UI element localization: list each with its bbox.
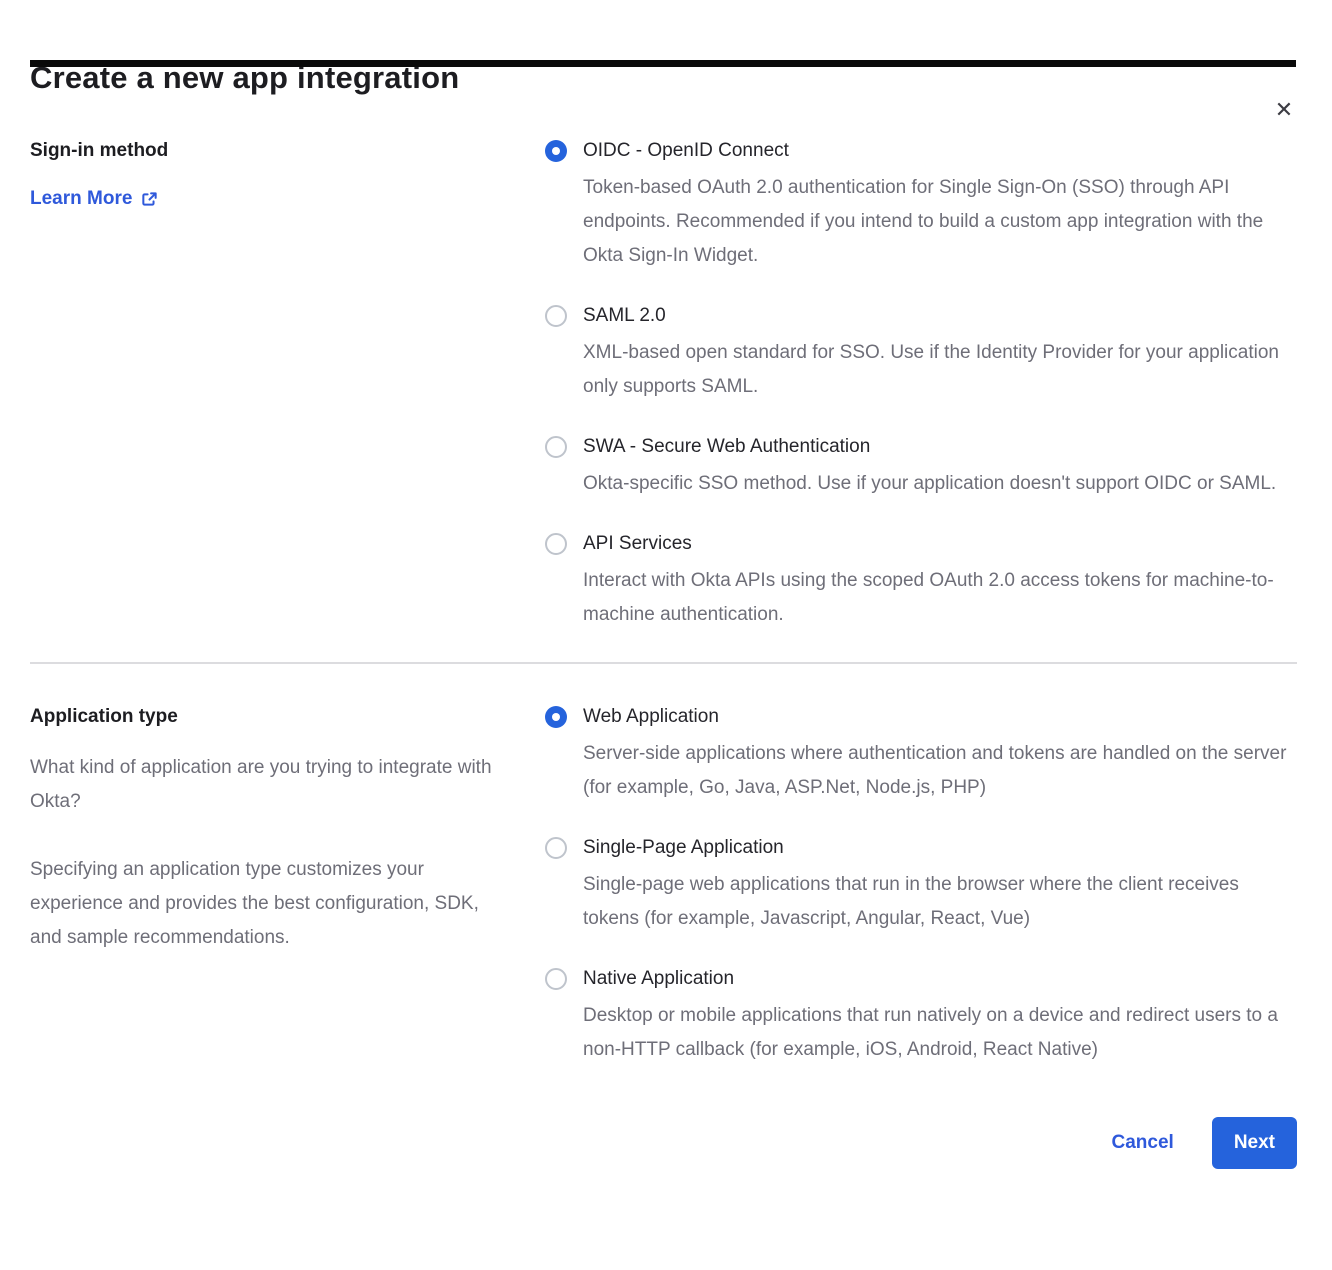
radio-button-native-application[interactable] bbox=[545, 968, 567, 990]
radio-button-web-application[interactable] bbox=[545, 706, 567, 728]
option-description-swa: Okta-specific SSO method. Use if your ap… bbox=[583, 467, 1297, 501]
option-label-api-services[interactable]: API Services bbox=[583, 531, 1297, 557]
option-description-web-application: Server-side applications where authentic… bbox=[583, 737, 1297, 805]
option-label-oidc[interactable]: OIDC - OpenID Connect bbox=[583, 138, 1297, 164]
cancel-button[interactable]: Cancel bbox=[1112, 1132, 1174, 1154]
option-label-web-application[interactable]: Web Application bbox=[583, 704, 1297, 730]
option-label-saml[interactable]: SAML 2.0 bbox=[583, 303, 1297, 329]
section-divider bbox=[30, 662, 1297, 664]
signin-method-section: Sign-in method Learn More OIDC - OpenID … bbox=[30, 138, 1297, 632]
radio-button-swa[interactable] bbox=[545, 436, 567, 458]
application-type-question: What kind of application are you trying … bbox=[30, 751, 515, 819]
radio-button-api-services[interactable] bbox=[545, 533, 567, 555]
radio-option-oidc: OIDC - OpenID Connect Token-based OAuth … bbox=[545, 138, 1297, 273]
radio-button-oidc[interactable] bbox=[545, 140, 567, 162]
application-type-help-text: Specifying an application type customize… bbox=[30, 853, 515, 955]
option-label-single-page-application[interactable]: Single-Page Application bbox=[583, 835, 1297, 861]
option-description-single-page-application: Single-page web applications that run in… bbox=[583, 868, 1297, 936]
signin-method-label: Sign-in method bbox=[30, 138, 515, 164]
next-button[interactable]: Next bbox=[1212, 1117, 1297, 1169]
radio-option-single-page-application: Single-Page Application Single-page web … bbox=[545, 835, 1297, 936]
radio-button-saml[interactable] bbox=[545, 305, 567, 327]
close-icon[interactable]: ✕ bbox=[1268, 94, 1300, 126]
option-description-saml: XML-based open standard for SSO. Use if … bbox=[583, 336, 1297, 404]
radio-option-swa: SWA - Secure Web Authentication Okta-spe… bbox=[545, 434, 1297, 501]
modal-body: Create a new app integration Sign-in met… bbox=[0, 60, 1332, 1169]
application-type-label: Application type bbox=[30, 704, 515, 730]
option-label-native-application[interactable]: Native Application bbox=[583, 966, 1297, 992]
top-window-edge bbox=[30, 60, 1296, 67]
learn-more-link[interactable]: Learn More bbox=[30, 188, 158, 210]
option-label-swa[interactable]: SWA - Secure Web Authentication bbox=[583, 434, 1297, 460]
radio-button-single-page-application[interactable] bbox=[545, 837, 567, 859]
option-description-oidc: Token-based OAuth 2.0 authentication for… bbox=[583, 171, 1297, 273]
radio-option-native-application: Native Application Desktop or mobile app… bbox=[545, 966, 1297, 1067]
learn-more-label: Learn More bbox=[30, 188, 132, 210]
option-description-native-application: Desktop or mobile applications that run … bbox=[583, 999, 1297, 1067]
option-description-api-services: Interact with Okta APIs using the scoped… bbox=[583, 564, 1297, 632]
radio-option-saml: SAML 2.0 XML-based open standard for SSO… bbox=[545, 303, 1297, 404]
modal-footer: Cancel Next bbox=[30, 1117, 1297, 1169]
external-link-icon bbox=[141, 191, 158, 208]
application-type-section: Application type What kind of applicatio… bbox=[30, 704, 1297, 1067]
radio-option-web-application: Web Application Server-side applications… bbox=[545, 704, 1297, 805]
radio-option-api-services: API Services Interact with Okta APIs usi… bbox=[545, 531, 1297, 632]
